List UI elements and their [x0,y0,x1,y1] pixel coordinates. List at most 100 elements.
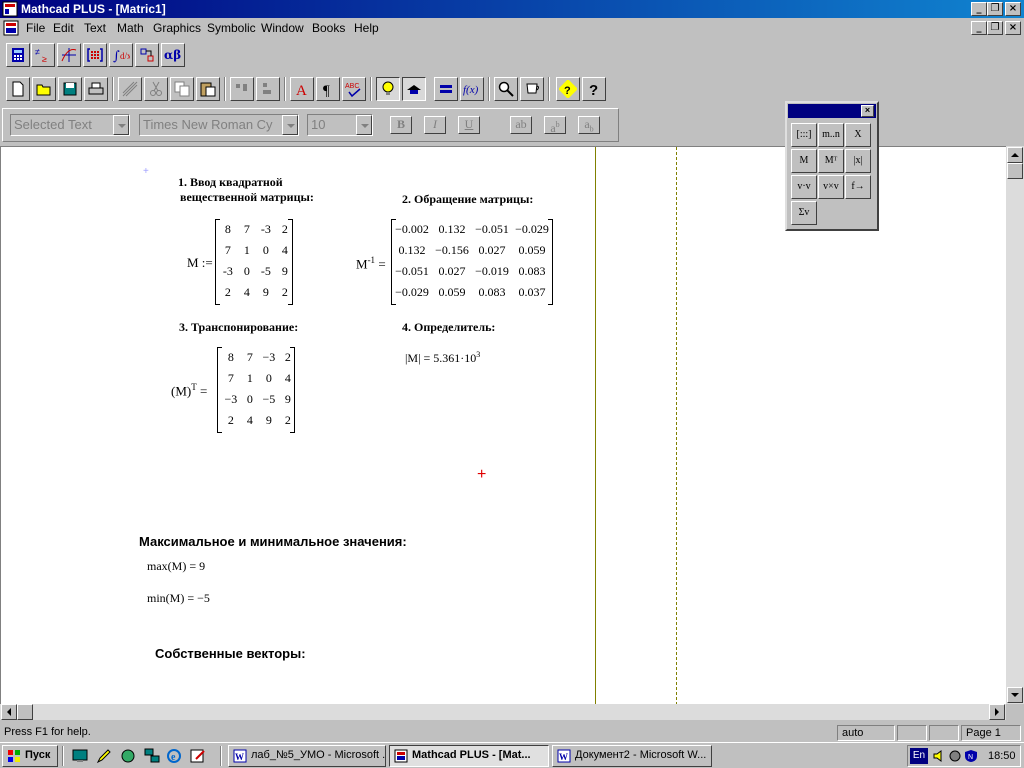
transpose-icon[interactable]: Mᵀ [818,149,844,173]
edit-icon[interactable] [190,748,206,764]
desktop-icon[interactable] [72,748,88,764]
matrix-m-label[interactable]: M := [187,255,213,271]
lightbulb-icon[interactable] [376,77,400,101]
cut-icon[interactable] [144,77,168,101]
matrix-icon[interactable] [83,43,107,67]
subscript-icon[interactable]: ab [510,116,532,134]
matrix-mt[interactable]: 8 7 −3 2 7 1 0 4 −3 0 −5 9 2 4 9 2 [217,347,295,433]
check-icon[interactable] [118,77,142,101]
language-indicator[interactable]: En [910,748,928,764]
function-icon[interactable]: f(x) [460,77,484,101]
matrix-minv-label[interactable]: M-1 = [356,255,386,272]
menu-books[interactable]: Books [312,21,345,35]
restore-button[interactable]: ❐ [987,2,1003,16]
settings-tray-icon[interactable] [948,749,962,763]
superscript-icon[interactable]: ab [544,116,566,135]
menu-math[interactable]: Math [117,21,144,35]
underline-button[interactable]: U [458,116,480,134]
dot-product-icon[interactable]: v·v [791,175,817,199]
calculator-icon[interactable] [6,43,30,67]
zoom-icon[interactable] [494,77,518,101]
chevron-down-icon[interactable] [356,115,372,135]
graph-icon[interactable] [57,43,81,67]
scroll-thumb[interactable] [1007,163,1023,179]
print-icon[interactable] [84,77,108,101]
menu-graphics[interactable]: Graphics [153,21,201,35]
help-icon[interactable]: ? [582,77,606,101]
menu-symbolic[interactable]: Symbolic [207,21,256,35]
task-word-lab[interactable]: W лаб_№5_УМО - Microsoft ... [228,745,386,767]
calculate-icon[interactable] [402,77,426,101]
horizontal-scrollbar[interactable] [0,704,1006,720]
align-down-icon[interactable] [256,77,280,101]
scroll-down-button[interactable] [1007,687,1023,703]
bold-button[interactable]: B [390,116,412,134]
align-across-icon[interactable] [230,77,254,101]
tip-icon[interactable]: ? [556,77,580,101]
menu-file[interactable]: File [26,21,45,35]
volume-icon[interactable] [932,749,946,763]
matrix-m[interactable]: 8 7 -3 2 7 1 0 4 -3 0 -5 9 2 4 9 2 [215,219,293,305]
minimize-button[interactable]: _ [971,2,987,16]
antivirus-icon[interactable]: N [964,749,978,763]
doc-close-button[interactable]: × [1005,21,1021,35]
matrix-minv[interactable]: −0.002 0.132 −0.051 −0.029 0.132 −0.156 0.027 0… [391,219,553,305]
text-icon[interactable]: A [290,77,314,101]
hscroll-thumb[interactable] [17,704,33,720]
mathcad-app-icon[interactable] [2,1,18,17]
min-expression[interactable]: min(M) = −5 [147,591,210,606]
doc-minimize-button[interactable]: _ [971,21,987,35]
vertical-scrollbar[interactable] [1006,146,1024,704]
paste-icon[interactable] [196,77,220,101]
style-combo[interactable]: Selected Text [10,114,130,136]
resources-icon[interactable] [520,77,544,101]
close-button[interactable]: × [1005,2,1021,16]
font-combo[interactable]: Times New Roman Cy [139,114,299,136]
task-mathcad[interactable]: Mathcad PLUS - [Mat... [389,745,549,767]
document-icon[interactable] [3,20,19,36]
menu-edit[interactable]: Edit [53,21,74,35]
spellcheck-icon[interactable]: ABC [342,77,366,101]
doc-restore-button[interactable]: ❐ [987,21,1003,35]
internet-explorer-icon[interactable]: e [166,748,182,764]
chevron-down-icon[interactable] [282,115,298,135]
menu-text[interactable]: Text [84,21,106,35]
greek-icon[interactable]: αβ [161,43,185,67]
start-button[interactable]: Пуск [2,745,58,767]
italic-button[interactable]: I [424,116,446,134]
subscript-alt-icon[interactable]: ab [578,116,600,134]
max-expression[interactable]: max(M) = 9 [147,559,205,574]
relational-icon[interactable]: ≠ ≥ [31,43,55,67]
pencil-icon[interactable] [96,748,112,764]
equals-icon[interactable] [434,77,458,101]
menu-window[interactable]: Window [261,21,304,35]
insert-matrix-icon[interactable]: [:::] [791,123,817,147]
network-icon[interactable] [144,748,160,764]
chevron-down-icon[interactable] [113,115,129,135]
save-icon[interactable] [58,77,82,101]
new-icon[interactable] [6,77,30,101]
open-icon[interactable] [32,77,56,101]
scroll-up-button[interactable] [1007,147,1023,163]
range-variable-icon[interactable]: m..n [818,123,844,147]
subscript-index-icon[interactable]: X [845,123,871,147]
programming-icon[interactable] [135,43,159,67]
paragraph-icon[interactable]: ¶ [316,77,340,101]
vector-sum-icon[interactable]: Σv [791,201,817,225]
matrix-column-icon[interactable]: M [791,149,817,173]
size-combo[interactable]: 10 [307,114,373,136]
globe-icon[interactable] [120,748,136,764]
task-word-doc2[interactable]: W Документ2 - Microsoft W... [552,745,712,767]
insertion-cursor-icon[interactable]: + [477,467,486,483]
scroll-left-button[interactable] [1,704,17,720]
menu-help[interactable]: Help [354,21,379,35]
matrix-mt-label[interactable]: (M)T = [171,382,207,399]
determinant-expression[interactable]: |M| = 5.361·103 [405,350,480,366]
vectorize-icon[interactable]: f→ [845,175,871,199]
scroll-right-button[interactable] [989,704,1005,720]
close-icon[interactable]: × [861,105,874,117]
vector-matrix-palette[interactable]: × [:::] m..n X M Mᵀ |x| v·v v×v f→ Σv [785,101,879,231]
calculus-icon[interactable]: ∫ d/x [109,43,133,67]
palette-titlebar[interactable]: × [788,104,876,118]
copy-icon[interactable] [170,77,194,101]
